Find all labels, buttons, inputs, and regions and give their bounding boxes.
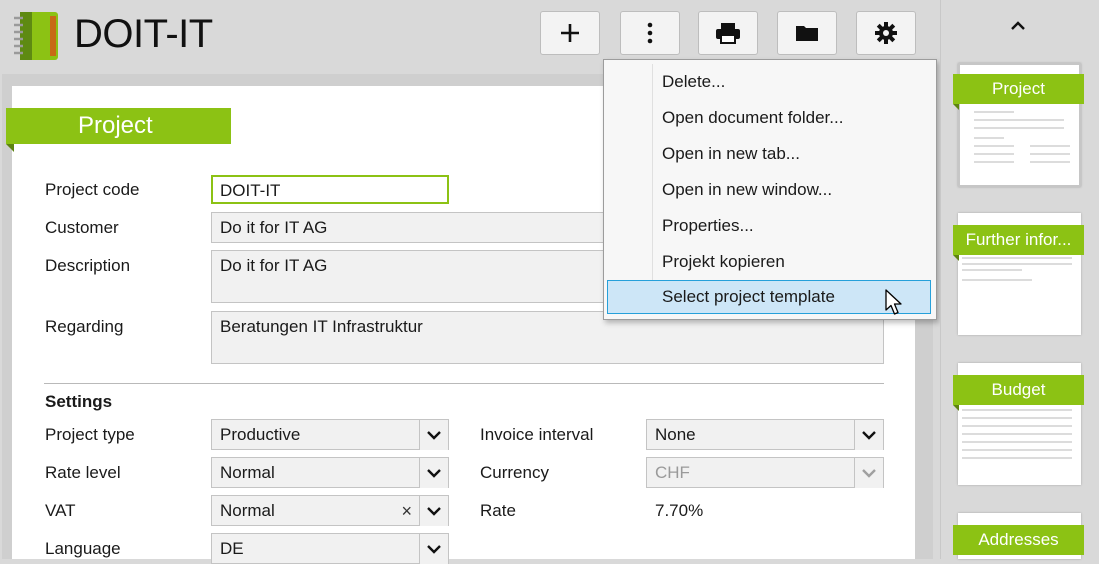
ribbon-fold	[953, 104, 959, 110]
settings-title: Settings	[45, 392, 113, 411]
project-type-label: Project type	[45, 425, 135, 444]
regarding-label: Regarding	[45, 317, 124, 336]
menu-item-open-in-new-window[interactable]: Open in new window...	[607, 173, 931, 207]
chevron-up-icon[interactable]	[1006, 18, 1030, 39]
invoice-interval-label: Invoice interval	[480, 425, 594, 444]
invoice-interval-value: None	[655, 425, 696, 444]
vat-select[interactable]: Normal ×	[211, 495, 449, 526]
rate-level-select[interactable]: Normal	[211, 457, 449, 488]
thumbnail-label-further-information: Further infor...	[953, 225, 1084, 255]
chevron-down-icon[interactable]	[854, 420, 883, 450]
ribbon-fold	[953, 405, 959, 411]
project-code-field[interactable]: DOIT-IT	[211, 175, 449, 204]
chevron-down-icon[interactable]	[419, 496, 448, 526]
menu-item-open-document-folder[interactable]: Open document folder...	[607, 101, 931, 135]
chevron-down-icon	[854, 458, 883, 488]
language-label: Language	[45, 539, 121, 558]
thumbnail-label-budget: Budget	[953, 375, 1084, 405]
vertical-dots-icon	[647, 22, 653, 44]
vat-value: Normal	[220, 501, 275, 520]
printer-icon	[716, 23, 740, 44]
folder-icon	[796, 26, 818, 41]
thumbnail-label-project: Project	[953, 74, 1084, 104]
clear-icon[interactable]: ×	[401, 496, 412, 526]
section-divider	[44, 383, 884, 384]
project-type-value: Productive	[220, 425, 301, 444]
project-code-label: Project code	[45, 180, 140, 199]
print-button[interactable]	[698, 11, 758, 55]
more-button[interactable]	[620, 11, 680, 55]
rate-level-value: Normal	[220, 463, 275, 482]
chevron-down-icon[interactable]	[419, 458, 448, 488]
currency-select: CHF	[646, 457, 884, 488]
menu-item-open-in-new-tab[interactable]: Open in new tab...	[607, 137, 931, 171]
ribbon-fold	[6, 144, 14, 152]
menu-item-delete[interactable]: Delete...	[607, 65, 931, 99]
ribbon-fold	[953, 255, 959, 261]
menu-item-properties[interactable]: Properties...	[607, 209, 931, 243]
rate-label: Rate	[480, 501, 516, 520]
context-menu: Delete... Open document folder... Open i…	[603, 59, 937, 320]
plus-icon	[561, 24, 579, 42]
settings-button[interactable]	[856, 11, 916, 55]
app-title: DOIT-IT	[74, 12, 213, 56]
notebook-icon	[10, 10, 60, 62]
description-label: Description	[45, 256, 131, 275]
chevron-down-icon[interactable]	[419, 420, 448, 450]
thumbnail-label-addresses: Addresses	[953, 525, 1084, 555]
chevron-down-icon[interactable]	[419, 534, 448, 564]
currency-label: Currency	[480, 463, 549, 482]
folder-button[interactable]	[777, 11, 837, 55]
invoice-interval-select[interactable]: None	[646, 419, 884, 450]
gear-icon	[875, 22, 897, 44]
language-value: DE	[220, 539, 244, 558]
section-title-ribbon: Project	[6, 108, 231, 144]
rate-value: 7.70%	[655, 501, 704, 520]
add-button[interactable]	[540, 11, 600, 55]
language-select[interactable]: DE	[211, 533, 449, 564]
project-type-select[interactable]: Productive	[211, 419, 449, 450]
menu-item-projekt-kopieren[interactable]: Projekt kopieren	[607, 245, 931, 279]
mouse-cursor-icon	[885, 289, 905, 322]
customer-label: Customer	[45, 218, 119, 237]
currency-value: CHF	[655, 463, 690, 482]
vat-label: VAT	[45, 501, 76, 520]
menu-item-select-project-template[interactable]: Select project template	[607, 280, 931, 314]
rate-level-label: Rate level	[45, 463, 121, 482]
